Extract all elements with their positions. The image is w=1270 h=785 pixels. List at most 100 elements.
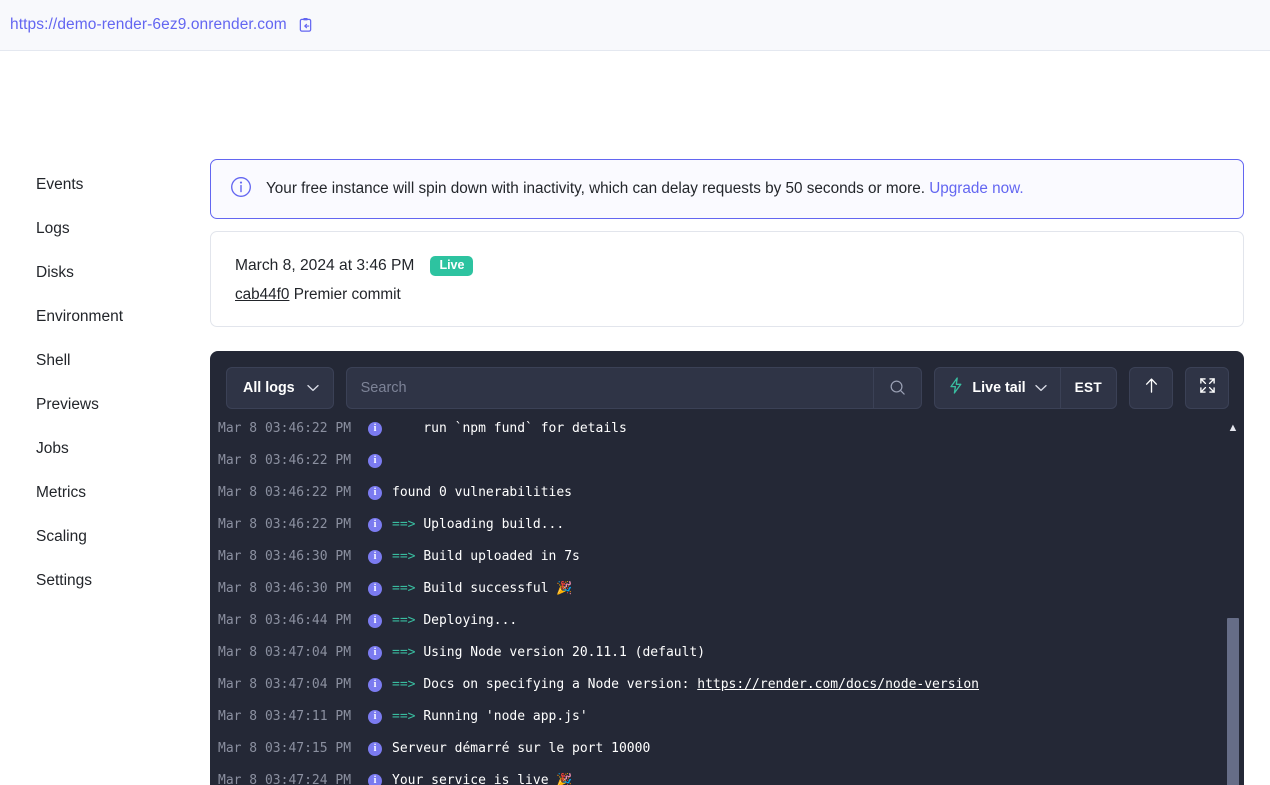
sidebar-item-shell[interactable]: Shell bbox=[0, 339, 210, 383]
info-circle-filled-icon: i bbox=[358, 549, 392, 564]
timezone-selector[interactable]: EST bbox=[1061, 368, 1116, 408]
log-message: ==> Build successful 🎉 bbox=[392, 581, 573, 596]
sidebar-item-previews[interactable]: Previews bbox=[0, 383, 210, 427]
log-arrow-prefix: ==> bbox=[392, 549, 424, 564]
log-row: Mar 8 03:46:44 PM i ==> Deploying... bbox=[210, 605, 1244, 637]
log-link[interactable]: https://render.com/docs/node-version bbox=[697, 677, 979, 692]
status-badge: Live bbox=[430, 256, 474, 276]
info-circle-filled-icon: i bbox=[358, 517, 392, 532]
sidebar-navigation: Events Logs Disks Environment Shell Prev… bbox=[0, 51, 210, 785]
log-row: Mar 8 03:46:22 PM i ==> Uploading build... bbox=[210, 509, 1244, 541]
log-row: Mar 8 03:46:22 PM i bbox=[210, 445, 1244, 477]
lightning-bolt-icon bbox=[949, 377, 963, 398]
scrollbar-track[interactable] bbox=[1224, 435, 1242, 785]
chevron-up-icon[interactable]: ▲ bbox=[1228, 421, 1239, 435]
sidebar-item-jobs[interactable]: Jobs bbox=[0, 427, 210, 471]
deploy-timestamp: March 8, 2024 at 3:46 PM bbox=[235, 256, 415, 274]
log-timestamp: Mar 8 03:46:22 PM bbox=[218, 517, 352, 532]
log-arrow-prefix: ==> bbox=[392, 613, 424, 628]
search-input[interactable] bbox=[346, 379, 874, 396]
commit-message: Premier commit bbox=[293, 285, 401, 303]
expand-fullscreen-icon bbox=[1199, 377, 1216, 398]
deploy-summary-card: March 8, 2024 at 3:46 PM Live cab44f0 Pr… bbox=[210, 231, 1244, 327]
sidebar-item-events[interactable]: Events bbox=[0, 163, 210, 207]
service-url-link[interactable]: https://demo-render-6ez9.onrender.com bbox=[10, 16, 287, 34]
log-timestamp: Mar 8 03:46:22 PM bbox=[218, 485, 352, 500]
log-toolbar: All logs Search Live tail EST bbox=[210, 366, 1244, 409]
log-arrow-prefix: ==> bbox=[392, 709, 424, 724]
free-instance-banner: Your free instance will spin down with i… bbox=[210, 159, 1244, 219]
sidebar-item-disks[interactable]: Disks bbox=[0, 251, 210, 295]
info-circle-icon bbox=[230, 176, 252, 203]
live-tail-group: Live tail EST bbox=[934, 366, 1117, 409]
info-circle-filled-icon: i bbox=[358, 453, 392, 468]
log-panel: All logs Search Live tail EST Mar 8 03:4… bbox=[210, 350, 1244, 785]
log-arrow-prefix: ==> bbox=[392, 645, 424, 660]
log-row: Mar 8 03:47:11 PM i ==> Running 'node app.… bbox=[210, 701, 1244, 733]
sidebar-item-settings[interactable]: Settings bbox=[0, 559, 210, 603]
log-message: Your service is live 🎉 bbox=[392, 773, 573, 785]
log-timestamp: Mar 8 03:47:15 PM bbox=[218, 741, 352, 756]
log-timestamp: Mar 8 03:46:44 PM bbox=[218, 613, 352, 628]
log-row: Mar 8 03:46:30 PM i ==> Build uploaded in … bbox=[210, 541, 1244, 573]
log-timestamp: Mar 8 03:46:30 PM bbox=[218, 549, 352, 564]
log-row: Mar 8 03:47:24 PM i Your service is live 🎉 bbox=[210, 765, 1244, 785]
banner-message-text: Your free instance will spin down with i… bbox=[266, 180, 925, 197]
live-tail-label: Live tail bbox=[972, 379, 1026, 396]
log-filter-dropdown[interactable]: All logs bbox=[226, 366, 334, 409]
info-circle-filled-icon: i bbox=[358, 677, 392, 692]
log-timestamp: Mar 8 03:46:30 PM bbox=[218, 581, 352, 596]
chevron-down-icon bbox=[1034, 380, 1047, 396]
log-message: ==> Uploading build... bbox=[392, 517, 565, 532]
log-arrow-prefix: ==> bbox=[392, 517, 424, 532]
log-message: ==> Using Node version 20.11.1 (default) bbox=[392, 645, 706, 660]
info-circle-filled-icon: i bbox=[358, 421, 392, 436]
log-message: ==> Deploying... bbox=[392, 613, 518, 628]
log-message: ==> Build uploaded in 7s bbox=[392, 549, 580, 564]
log-row: Mar 8 03:47:04 PM i ==> Using Node version… bbox=[210, 637, 1244, 669]
log-output[interactable]: Mar 8 03:46:22 PM i run `npm fund` for de… bbox=[210, 420, 1244, 785]
info-circle-filled-icon: i bbox=[358, 485, 392, 500]
sidebar-item-logs[interactable]: Logs bbox=[0, 207, 210, 251]
upgrade-now-link[interactable]: Upgrade now. bbox=[929, 180, 1023, 197]
arrow-up-icon bbox=[1144, 377, 1159, 398]
live-tail-toggle[interactable]: Live tail bbox=[935, 367, 1061, 408]
log-timestamp: Mar 8 03:47:24 PM bbox=[218, 773, 352, 785]
deploy-header-row: March 8, 2024 at 3:46 PM Live bbox=[235, 256, 1219, 276]
info-circle-filled-icon: i bbox=[358, 613, 392, 628]
info-circle-filled-icon: i bbox=[358, 773, 392, 785]
log-timestamp: Mar 8 03:47:04 PM bbox=[218, 677, 352, 692]
log-timestamp: Mar 8 03:46:22 PM bbox=[218, 421, 352, 436]
main-content: Your free instance will spin down with i… bbox=[210, 51, 1270, 785]
log-row: Mar 8 03:47:15 PM i Serveur démarré sur le… bbox=[210, 733, 1244, 765]
log-arrow-prefix: ==> bbox=[392, 677, 424, 692]
log-message: run `npm fund` for details bbox=[392, 421, 627, 436]
deploy-commit-row: cab44f0 Premier commit bbox=[235, 286, 1219, 304]
log-timestamp: Mar 8 03:47:04 PM bbox=[218, 645, 352, 660]
info-circle-filled-icon: i bbox=[358, 645, 392, 660]
log-timestamp: Mar 8 03:46:22 PM bbox=[218, 453, 352, 468]
info-circle-filled-icon: i bbox=[358, 581, 392, 596]
page-body: Events Logs Disks Environment Shell Prev… bbox=[0, 51, 1270, 785]
log-message: ==> Running 'node app.js' bbox=[392, 709, 588, 724]
log-row: Mar 8 03:47:04 PM i ==> Docs on specifying… bbox=[210, 669, 1244, 701]
scroll-to-top-button[interactable] bbox=[1129, 366, 1173, 409]
expand-logs-button[interactable] bbox=[1185, 366, 1229, 409]
log-rows-container: Mar 8 03:46:22 PM i run `npm fund` for de… bbox=[210, 421, 1244, 785]
log-message: Serveur démarré sur le port 10000 bbox=[392, 741, 651, 756]
sidebar-item-scaling[interactable]: Scaling bbox=[0, 515, 210, 559]
sidebar-item-metrics[interactable]: Metrics bbox=[0, 471, 210, 515]
scrollbar-thumb[interactable] bbox=[1227, 617, 1239, 785]
log-scrollbar[interactable]: ▲ ▼ bbox=[1224, 420, 1242, 785]
copy-clipboard-icon[interactable] bbox=[298, 17, 313, 33]
log-row: Mar 8 03:46:22 PM i run `npm fund` for de… bbox=[210, 421, 1244, 445]
chevron-down-icon bbox=[306, 380, 319, 396]
log-search-box[interactable] bbox=[345, 366, 923, 409]
url-header: https://demo-render-6ez9.onrender.com bbox=[0, 0, 1270, 51]
commit-hash-link[interactable]: cab44f0 bbox=[235, 286, 289, 303]
log-filter-label: All logs bbox=[243, 379, 295, 396]
search-icon[interactable] bbox=[873, 367, 921, 408]
banner-message: Your free instance will spin down with i… bbox=[266, 180, 1024, 198]
info-circle-filled-icon: i bbox=[358, 741, 392, 756]
sidebar-item-environment[interactable]: Environment bbox=[0, 295, 210, 339]
